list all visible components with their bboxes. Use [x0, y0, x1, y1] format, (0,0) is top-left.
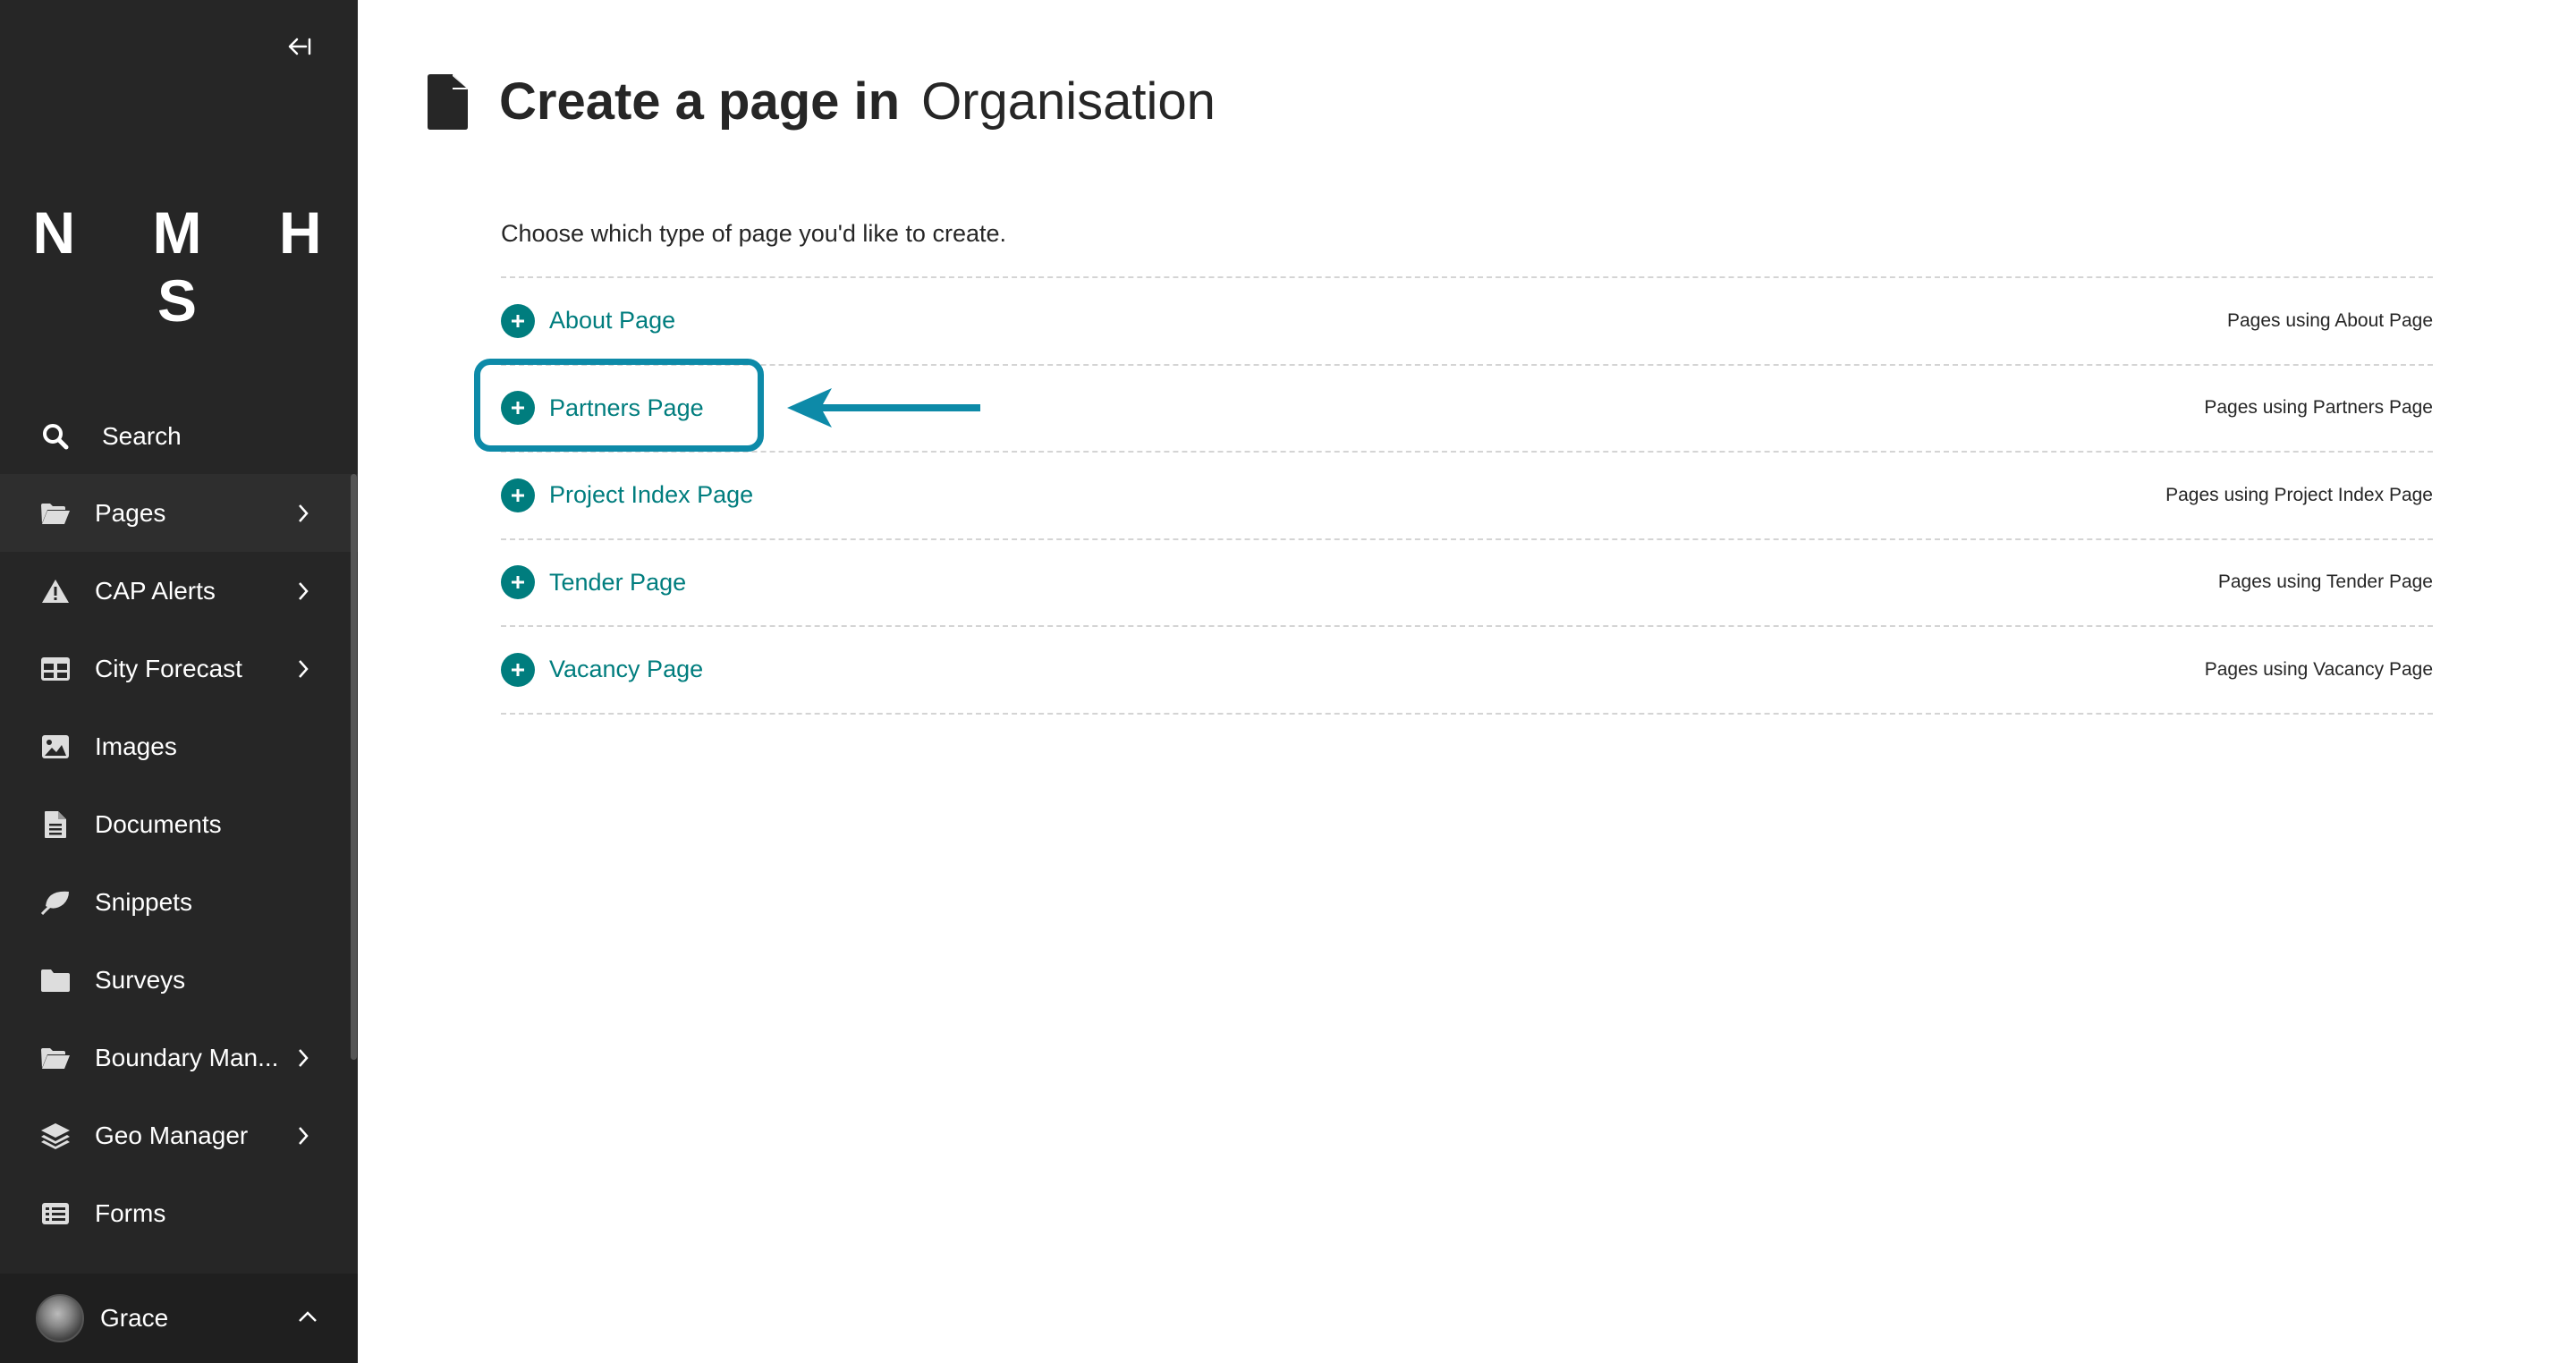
sidebar-item-geo-manager[interactable]: Geo Manager [0, 1096, 358, 1174]
sidebar-item-images[interactable]: Images [0, 707, 358, 785]
page-type-list: About Page Pages using About Page Partne… [501, 276, 2433, 715]
sidebar-item-pages[interactable]: Pages [0, 474, 358, 552]
search-icon [39, 423, 72, 450]
pages-using-link[interactable]: Pages using Partners Page [2204, 397, 2433, 419]
document-icon [39, 810, 72, 839]
sidebar-item-label: Pages [95, 498, 166, 527]
sidebar-item-documents[interactable]: Documents [0, 785, 358, 863]
sidebar-item-label: Documents [95, 809, 222, 838]
chevron-right-icon [299, 1048, 309, 1067]
folder-icon [39, 968, 72, 993]
page-type-label: Tender Page [549, 568, 687, 596]
chevron-right-icon [299, 659, 309, 678]
folder-open-icon [39, 502, 72, 525]
pages-using-link[interactable]: Pages using Project Index Page [2165, 485, 2433, 506]
annotation-arrow-icon [787, 388, 980, 428]
pages-using-link[interactable]: Pages using Tender Page [2218, 571, 2433, 593]
plus-icon [501, 303, 535, 338]
document-icon [428, 73, 468, 130]
page-type-label: Project Index Page [549, 481, 754, 509]
list-icon [39, 1202, 72, 1225]
sidebar-item-surveys[interactable]: Surveys [0, 941, 358, 1019]
chevron-up-icon [299, 1311, 317, 1322]
page-type-link-project-index[interactable]: Project Index Page [501, 478, 753, 512]
pages-using-link[interactable]: Pages using Vacancy Page [2205, 659, 2433, 681]
sidebar-item-cap-alerts[interactable]: CAP Alerts [0, 552, 358, 630]
sidebar-item-label: Images [95, 732, 177, 760]
sidebar-scrollbar[interactable] [351, 474, 357, 1060]
sidebar-item-label: Snippets [95, 887, 192, 916]
sidebar: N M H S Search Pages CAP Alerts City For… [0, 0, 358, 1363]
sidebar-item-label: Forms [95, 1198, 166, 1227]
folder-open-icon [39, 1046, 72, 1070]
page-type-label: Vacancy Page [549, 656, 704, 683]
plus-icon [501, 565, 535, 600]
sidebar-item-label: City Forecast [95, 654, 242, 682]
page-type-link-tender[interactable]: Tender Page [501, 565, 687, 600]
search-label: Search [102, 422, 182, 450]
page-type-row-about: About Page Pages using About Page [501, 278, 2433, 366]
table-icon [39, 656, 72, 682]
sidebar-item-forms[interactable]: Forms [0, 1174, 358, 1252]
sidebar-item-label: Surveys [95, 965, 186, 994]
page-title-parent: Organisation [921, 72, 1216, 131]
collapse-sidebar-button[interactable] [279, 30, 318, 63]
chevron-right-icon [299, 504, 309, 522]
annotation-highlight-box [474, 359, 764, 452]
sidebar-item-label: CAP Alerts [95, 576, 216, 605]
avatar [36, 1294, 84, 1342]
leaf-icon [39, 890, 72, 915]
page-type-label: About Page [549, 307, 676, 334]
plus-icon [501, 478, 535, 512]
layers-icon [39, 1122, 72, 1149]
sidebar-search[interactable]: Search [39, 410, 182, 463]
image-icon [39, 734, 72, 759]
page-type-link-vacancy[interactable]: Vacancy Page [501, 652, 704, 687]
warning-icon [39, 579, 72, 604]
page-title: Create a page in Organisation [499, 72, 1216, 131]
sidebar-item-label: Geo Manager [95, 1121, 249, 1149]
sidebar-item-label: Boundary Man... [95, 1043, 279, 1071]
chevron-right-icon [299, 1126, 309, 1145]
sidebar-item-city-forecast[interactable]: City Forecast [0, 630, 358, 707]
page-type-link-about[interactable]: About Page [501, 303, 676, 338]
sidebar-item-snippets[interactable]: Snippets [0, 863, 358, 941]
pages-using-link[interactable]: Pages using About Page [2227, 310, 2433, 332]
chevron-right-icon [299, 581, 309, 600]
page-type-row-tender: Tender Page Pages using Tender Page [501, 540, 2433, 627]
page-type-row-project-index: Project Index Page Pages using Project I… [501, 453, 2433, 540]
main-content: Create a page in Organisation Choose whi… [358, 0, 2576, 1363]
user-name: Grace [100, 1304, 169, 1332]
page-type-row-vacancy: Vacancy Page Pages using Vacancy Page [501, 627, 2433, 715]
sidebar-item-boundary-manager[interactable]: Boundary Man... [0, 1019, 358, 1096]
page-header: Create a page in Organisation [426, 72, 1216, 131]
plus-icon [501, 652, 535, 687]
collapse-arrow-icon [288, 38, 311, 55]
user-menu[interactable]: Grace [0, 1274, 358, 1363]
intro-text: Choose which type of page you'd like to … [501, 220, 1006, 247]
sidebar-nav: Pages CAP Alerts City Forecast Images Do… [0, 474, 358, 1252]
site-logo[interactable]: N M H S [0, 199, 358, 334]
page-title-action: Create a page in [499, 72, 901, 131]
